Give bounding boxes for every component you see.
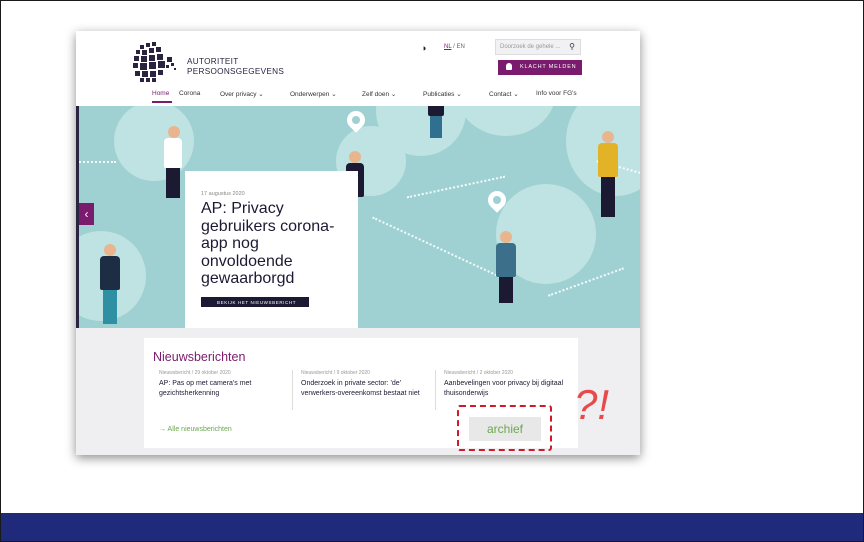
- news-item[interactable]: Nieuwsbericht / 9 oktober 2020 Onderzoek…: [301, 370, 431, 399]
- view-news-button[interactable]: BEKIJK HET NIEUWSBERICHT: [201, 297, 309, 307]
- news-headline[interactable]: Onderzoek in private sector: 'de' verwer…: [301, 379, 431, 399]
- news-divider: [292, 370, 293, 410]
- news-item[interactable]: Nieuwsbericht / 2 oktober 2020 Aanbeveli…: [444, 370, 574, 399]
- all-news-link[interactable]: → Alle nieuwsberichten: [159, 426, 232, 433]
- contrast-icon[interactable]: ◑: [421, 43, 426, 53]
- news-headline[interactable]: AP: Pas op met camera's met gezichtsherk…: [159, 379, 289, 399]
- archive-button[interactable]: archief: [469, 417, 541, 441]
- news-section: Nieuwsberichten Nieuwsbericht / 29 oktob…: [76, 328, 640, 455]
- news-meta: Nieuwsbericht / 9 oktober 2020: [301, 370, 370, 376]
- language-switch[interactable]: NL / EN: [444, 44, 465, 50]
- news-headline[interactable]: Aanbevelingen voor privacy bij digitaal …: [444, 379, 574, 399]
- news-heading: Nieuwsberichten: [153, 350, 246, 364]
- brand-line-1: AUTORITEIT: [187, 57, 239, 66]
- hero-title[interactable]: AP: Privacy gebruikers corona-app nog on…: [201, 200, 351, 288]
- news-divider: [435, 370, 436, 410]
- hero-date: 17 augustus 2020: [201, 191, 245, 197]
- lang-en[interactable]: EN: [456, 44, 464, 50]
- hero-circle: [114, 106, 194, 181]
- hero-circle: [456, 106, 556, 136]
- website-screenshot: AUTORITEIT PERSOONSGEGEVENS ◑ NL / EN Do…: [76, 31, 640, 455]
- hero-card: 17 augustus 2020 AP: Privacy gebruikers …: [185, 171, 358, 328]
- nav-over-privacy[interactable]: Over privacy ⌄: [220, 90, 264, 98]
- annotation-marks: ?!: [574, 381, 610, 428]
- brand-name[interactable]: AUTORITEIT PERSOONSGEGEVENS: [187, 57, 284, 76]
- nav-home[interactable]: Home: [152, 90, 169, 97]
- news-item[interactable]: Nieuwsbericht / 29 oktober 2020 AP: Pas …: [159, 370, 289, 399]
- nav-corona[interactable]: Corona: [179, 90, 200, 97]
- nav-publicaties[interactable]: Publicaties ⌄: [423, 90, 462, 98]
- brand-line-2: PERSOONSGEGEVENS: [187, 66, 285, 76]
- hero-illustration: [76, 106, 640, 328]
- nav-zelf-doen[interactable]: Zelf doen ⌄: [362, 90, 396, 98]
- ap-logo: [133, 42, 176, 82]
- complaint-label: KLACHT MELDEN: [520, 64, 577, 70]
- complaint-button[interactable]: KLACHT MELDEN: [498, 60, 582, 75]
- search-icon[interactable]: ⚲: [569, 42, 575, 51]
- nav-active-underline: [152, 101, 172, 103]
- slide-footer-bar: [1, 513, 863, 541]
- carousel-prev-button[interactable]: ‹: [79, 203, 94, 225]
- nav-info-fg[interactable]: Info voor FG's: [536, 90, 577, 97]
- news-meta: Nieuwsbericht / 2 oktober 2020: [444, 370, 513, 376]
- search-placeholder: Doorzoek de gehele ...: [500, 44, 561, 50]
- bell-icon: [506, 63, 512, 70]
- view-news-label: BEKIJK HET NIEUWSBERICHT: [217, 300, 297, 305]
- news-meta: Nieuwsbericht / 29 oktober 2020: [159, 370, 231, 376]
- nav-contact[interactable]: Contact ⌄: [489, 90, 519, 98]
- hero-dots: [372, 216, 500, 278]
- hero-dots: [76, 161, 116, 163]
- search-input[interactable]: Doorzoek de gehele ... ⚲: [495, 39, 581, 55]
- nav-onderwerpen[interactable]: Onderwerpen ⌄: [290, 90, 337, 98]
